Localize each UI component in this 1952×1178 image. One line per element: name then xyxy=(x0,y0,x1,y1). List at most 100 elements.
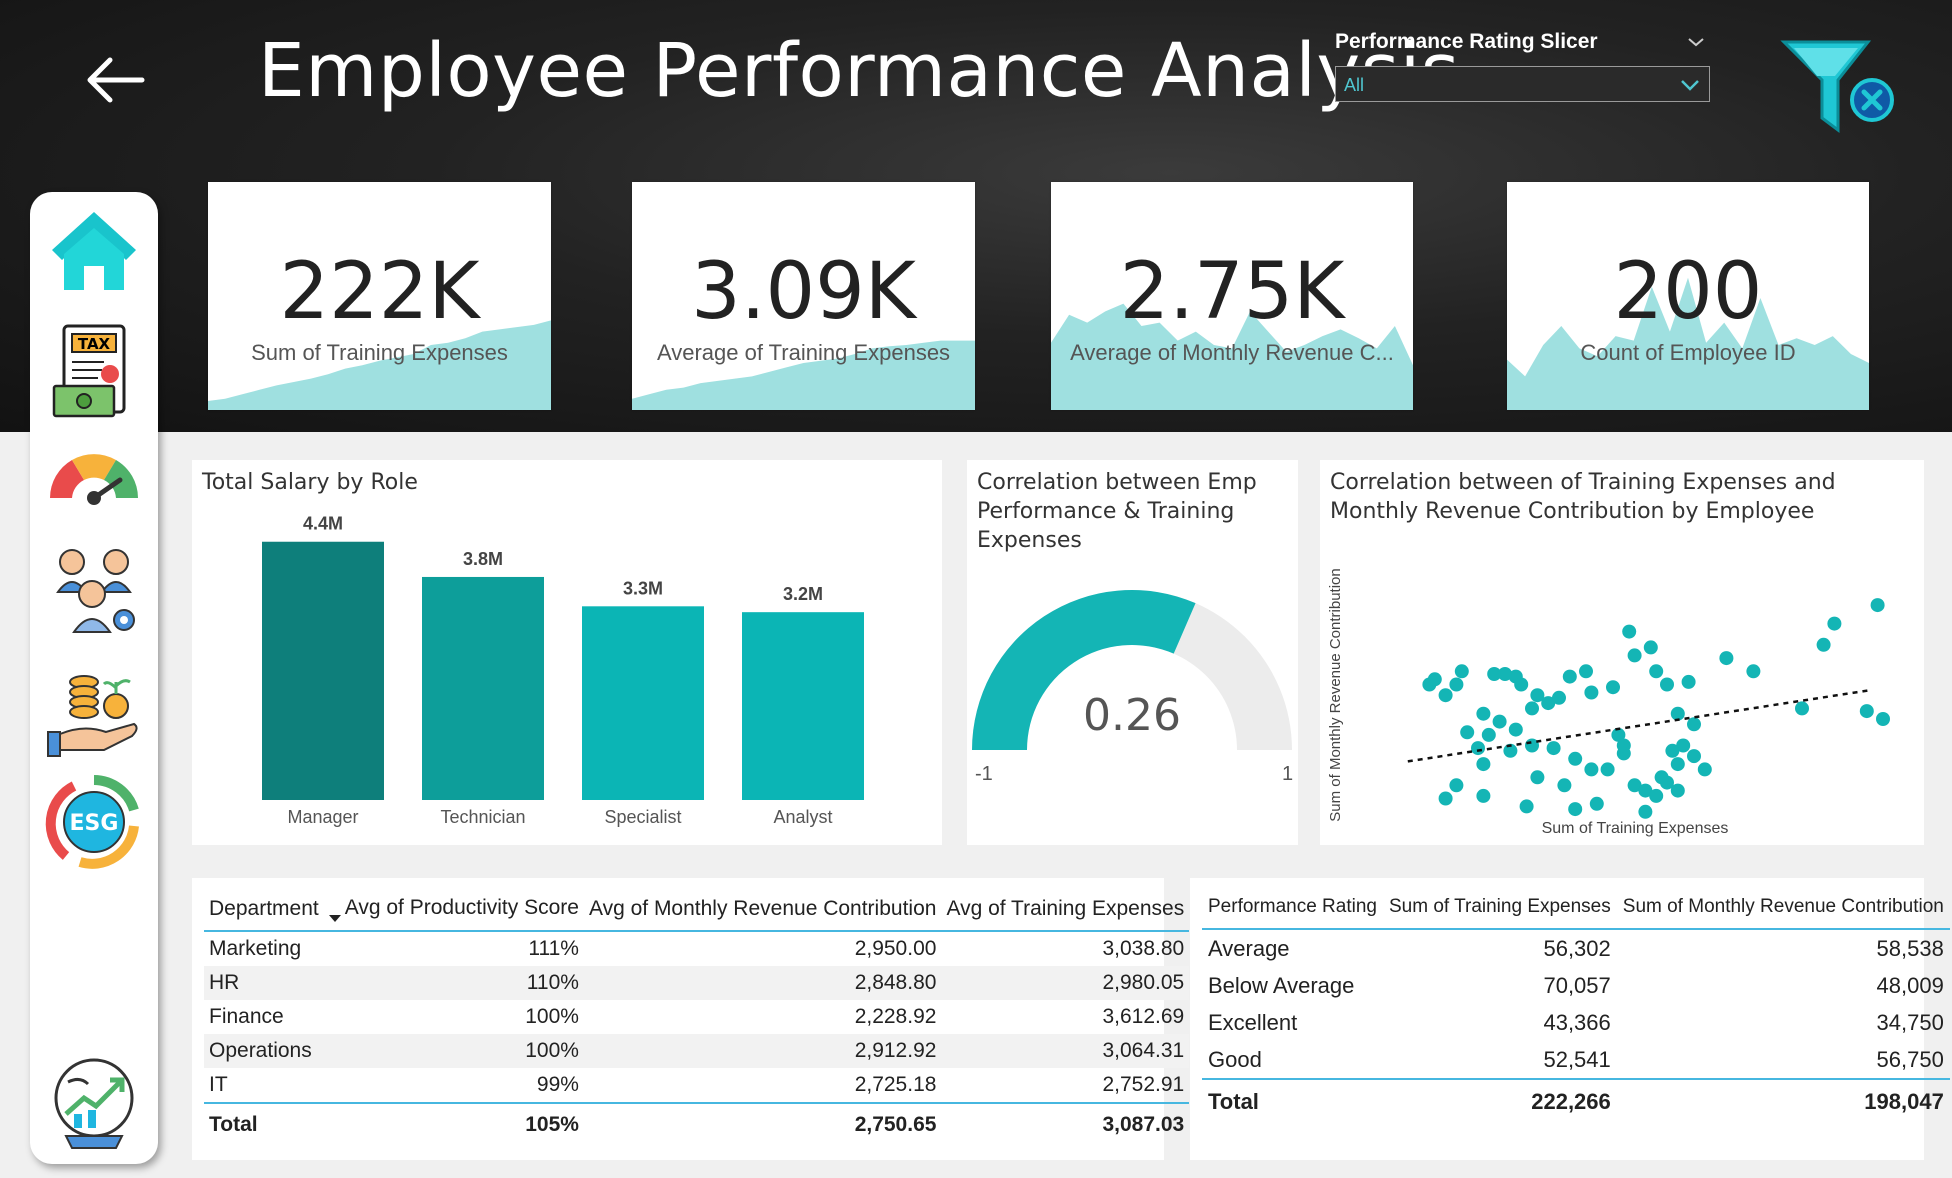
scatter-point[interactable] xyxy=(1568,802,1583,817)
team-icon[interactable] xyxy=(44,542,144,642)
scatter-point[interactable] xyxy=(1471,741,1485,756)
scatter-point[interactable] xyxy=(1427,672,1442,687)
table-row[interactable]: Average 56,302 58,538 xyxy=(1202,929,1950,967)
table-row[interactable]: Good 52,541 56,750 xyxy=(1202,1041,1950,1079)
scatter-point[interactable] xyxy=(1697,762,1712,777)
growth-globe-icon[interactable] xyxy=(44,1052,144,1152)
tax-icon[interactable]: TAX xyxy=(44,322,144,422)
table-row[interactable]: IT 99% 2,725.18 2,752.91 xyxy=(204,1068,1189,1103)
table-row[interactable]: Below Average 70,057 48,009 xyxy=(1202,967,1950,1004)
scatter-point[interactable] xyxy=(1568,751,1583,766)
correlation-gauge-panel[interactable]: Correlation between Emp Performance & Tr… xyxy=(967,460,1298,845)
scatter-point[interactable] xyxy=(1584,762,1599,777)
scatter-point[interactable] xyxy=(1552,690,1566,705)
scatter-point[interactable] xyxy=(1627,648,1642,663)
scatter-point[interactable] xyxy=(1649,788,1664,803)
scatter-point[interactable] xyxy=(1681,674,1696,689)
department-table-panel[interactable]: Department Avg of Productivity Score Avg… xyxy=(192,878,1190,1160)
scatter-point[interactable] xyxy=(1481,727,1496,742)
col-header-revenue[interactable]: Avg of Monthly Revenue Contribution xyxy=(583,890,942,932)
slicer-dropdown[interactable]: All xyxy=(1335,66,1710,102)
scatter-point[interactable] xyxy=(1519,799,1534,814)
col-header-training[interactable]: Avg of Training Expenses xyxy=(941,890,1190,932)
scatter-point[interactable] xyxy=(1665,743,1680,758)
scatter-point[interactable] xyxy=(1438,688,1453,703)
col-header-revenue-sum[interactable]: Sum of Monthly Revenue Contribution xyxy=(1616,890,1950,930)
back-arrow-icon[interactable] xyxy=(80,45,150,115)
scatter-point[interactable] xyxy=(1454,664,1469,679)
table-row[interactable]: HR 110% 2,848.80 2,980.05 xyxy=(204,966,1190,1000)
scatter-point[interactable] xyxy=(1584,685,1599,700)
scatter-point[interactable] xyxy=(1508,722,1523,737)
scatter-point[interactable] xyxy=(1460,725,1475,740)
scatter-panel[interactable]: Correlation between of Training Expenses… xyxy=(1320,460,1924,845)
table-row[interactable]: Marketing 111% 2,950.00 3,038.80 xyxy=(204,931,1189,966)
kpi-card-employee-count[interactable]: 200 Count of Employee ID xyxy=(1507,182,1869,410)
scatter-point[interactable] xyxy=(1476,757,1491,772)
scatter-point[interactable] xyxy=(1654,770,1669,785)
scatter-point[interactable] xyxy=(1514,677,1529,692)
scatter-point[interactable] xyxy=(1589,796,1604,811)
scatter-point[interactable] xyxy=(1616,738,1631,753)
bar-specialist[interactable] xyxy=(582,606,704,800)
salary-bar-chart[interactable]: 4.4M Manager 3.8M Technician 3.3M Specialist 3… xyxy=(192,460,942,845)
scatter-point[interactable] xyxy=(1670,783,1685,798)
scatter-point[interactable] xyxy=(1687,717,1701,732)
table-row[interactable]: Finance 100% 2,228.92 3,612.69 xyxy=(204,1000,1189,1034)
kpi-card-avg-training[interactable]: 3.09K Average of Training Expenses xyxy=(632,182,975,410)
scatter-point[interactable] xyxy=(1876,712,1890,726)
col-header-department[interactable]: Department xyxy=(204,890,324,932)
bar-manager[interactable] xyxy=(262,541,384,800)
scatter-point[interactable] xyxy=(1622,624,1637,639)
esg-icon[interactable]: ESG xyxy=(44,772,144,872)
home-icon[interactable] xyxy=(44,202,144,302)
rating-table-panel[interactable]: Performance Rating Sum of Training Expen… xyxy=(1190,878,1950,1160)
gauge-icon[interactable] xyxy=(44,432,144,532)
scatter-point[interactable] xyxy=(1816,637,1831,652)
scatter-point[interactable] xyxy=(1546,741,1561,756)
scatter-point[interactable] xyxy=(1687,749,1701,764)
money-hand-icon[interactable] xyxy=(44,662,144,762)
col-header-productivity[interactable]: Avg of Productivity Score xyxy=(323,890,584,932)
department-table[interactable]: Department Avg of Productivity Score Avg… xyxy=(204,890,1190,1142)
scatter-point[interactable] xyxy=(1649,664,1664,679)
bar-data-label: 3.3M xyxy=(623,578,663,598)
scatter-point[interactable] xyxy=(1438,791,1453,806)
scatter-point[interactable] xyxy=(1562,669,1577,684)
scatter-point[interactable] xyxy=(1449,778,1464,793)
scatter-point[interactable] xyxy=(1530,770,1545,785)
chevron-down-icon[interactable] xyxy=(1686,32,1706,52)
scatter-point[interactable] xyxy=(1600,762,1615,777)
table-row[interactable]: Excellent 43,366 34,750 xyxy=(1202,1004,1950,1041)
scatter-point[interactable] xyxy=(1719,651,1734,666)
scatter-point[interactable] xyxy=(1643,640,1658,655)
table-row[interactable]: Operations 100% 2,912.92 3,064.31 xyxy=(204,1034,1190,1068)
scatter-point[interactable] xyxy=(1525,701,1539,716)
scatter-point[interactable] xyxy=(1492,714,1507,729)
performance-rating-table[interactable]: Performance Rating Sum of Training Expen… xyxy=(1202,890,1950,1120)
salary-by-role-panel[interactable]: Total Salary by Role 4.4M Manager 3.8M Tech… xyxy=(192,460,942,845)
kpi-card-sum-training[interactable]: 222K Sum of Training Expenses xyxy=(208,182,551,410)
scatter-point[interactable] xyxy=(1476,788,1491,803)
scatter-point[interactable] xyxy=(1859,704,1874,719)
scatter-point[interactable] xyxy=(1870,598,1885,613)
scatter-point[interactable] xyxy=(1827,616,1842,631)
kpi-card-avg-revenue[interactable]: 2.75K Average of Monthly Revenue C... xyxy=(1051,182,1413,410)
col-header-rating[interactable]: Performance Rating xyxy=(1202,890,1383,930)
performance-rating-slicer[interactable]: Performance Rating Slicer All xyxy=(1335,30,1710,102)
bar-analyst[interactable] xyxy=(742,612,864,800)
scatter-point[interactable] xyxy=(1660,677,1674,692)
scatter-point[interactable] xyxy=(1638,804,1653,819)
scatter-point[interactable] xyxy=(1670,757,1685,772)
scatter-point[interactable] xyxy=(1746,664,1761,679)
bar-technician[interactable] xyxy=(422,576,544,800)
training-revenue-scatter[interactable]: Sum of Training Expenses Sum of Monthly R… xyxy=(1320,460,1924,845)
scatter-point[interactable] xyxy=(1795,701,1809,716)
scatter-point[interactable] xyxy=(1449,677,1464,692)
scatter-point[interactable] xyxy=(1606,680,1620,695)
clear-filter-icon[interactable] xyxy=(1780,38,1898,138)
col-header-training-sum[interactable]: Sum of Training Expenses xyxy=(1382,890,1617,930)
scatter-point[interactable] xyxy=(1476,706,1491,721)
scatter-point[interactable] xyxy=(1579,664,1593,679)
scatter-point[interactable] xyxy=(1557,778,1572,793)
